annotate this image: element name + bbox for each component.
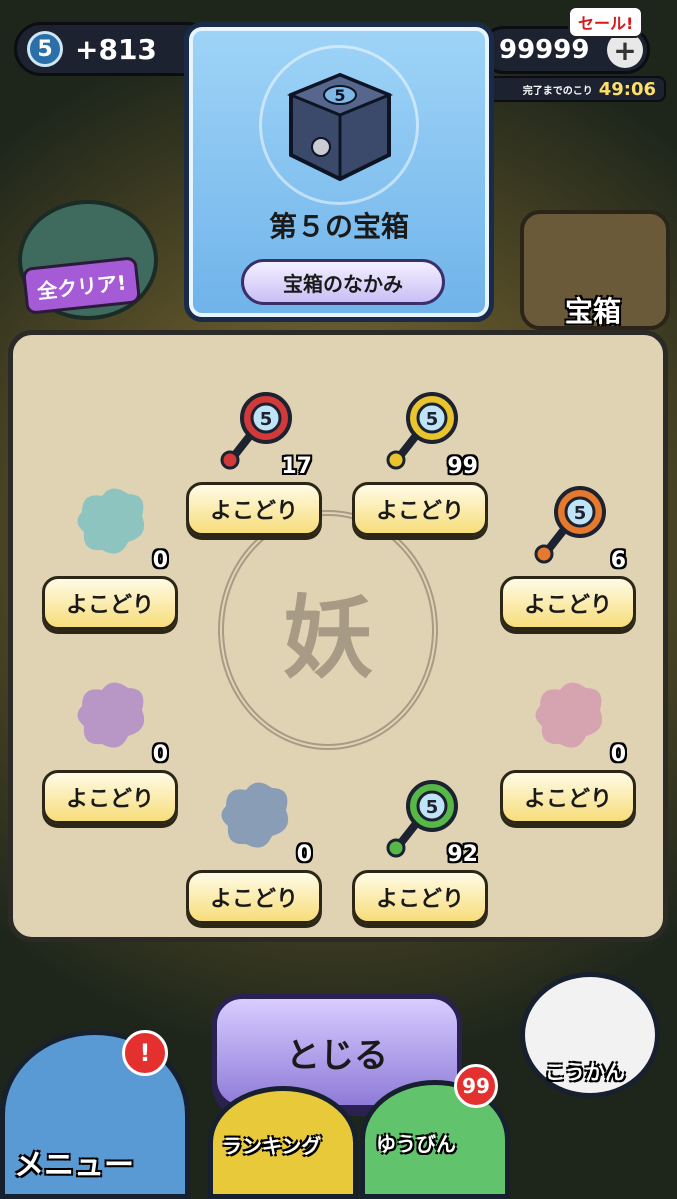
key-slot: 5 17 よこどり bbox=[186, 378, 326, 538]
ranking-label: ランキング bbox=[222, 1134, 322, 1158]
key-icon: 5 bbox=[534, 486, 606, 564]
svg-text:5: 5 bbox=[426, 409, 439, 430]
key-count: 17 bbox=[281, 454, 312, 479]
menu-label: メニュー bbox=[14, 1148, 134, 1183]
key-silhouette-icon bbox=[535, 682, 603, 748]
points-value: +813 bbox=[75, 32, 157, 66]
steal-button[interactable]: よこどり bbox=[352, 482, 488, 536]
svg-text:5: 5 bbox=[260, 409, 273, 430]
level-badge: 5 bbox=[27, 31, 63, 67]
key-count: 99 bbox=[447, 454, 478, 479]
key-slot: 5 99 よこどり bbox=[352, 378, 492, 538]
svg-text:5: 5 bbox=[426, 797, 439, 818]
mail-count-badge: 99 bbox=[454, 1064, 498, 1108]
emblem-glyph: 妖 bbox=[283, 586, 373, 691]
chest-contents-button[interactable]: 宝箱のなかみ bbox=[241, 259, 445, 305]
timer-label: 完了までのこり bbox=[522, 85, 593, 97]
timer-value: 49:06 bbox=[598, 78, 656, 100]
steal-button[interactable]: よこどり bbox=[500, 576, 636, 630]
steal-button[interactable]: よこどり bbox=[500, 770, 636, 824]
key-silhouette-icon bbox=[77, 682, 145, 748]
chest-number: 5 bbox=[334, 86, 345, 105]
key-count: 0 bbox=[152, 742, 168, 767]
menu-alert-badge: ! bbox=[122, 1030, 168, 1076]
key-count: 0 bbox=[296, 842, 312, 867]
key-slot: 5 92 よこどり bbox=[352, 766, 492, 926]
event-timer: 完了までのこり 49:06 bbox=[486, 76, 666, 102]
key-slot: 5 6 よこどり bbox=[500, 472, 640, 632]
side-chest-label: 宝箱 bbox=[565, 295, 622, 328]
trade-label: こうかん bbox=[545, 1060, 625, 1084]
currency-value: 99999 bbox=[499, 35, 590, 65]
steal-button[interactable]: よこどり bbox=[42, 770, 178, 824]
key-slot: 0 よこどり bbox=[500, 666, 640, 826]
key-count: 0 bbox=[610, 742, 626, 767]
steal-button[interactable]: よこどり bbox=[42, 576, 178, 630]
mail-label: ゆうびん bbox=[376, 1132, 456, 1156]
chest-card: 5 第５の宝箱 宝箱のなかみ bbox=[184, 22, 494, 322]
key-count: 0 bbox=[152, 548, 168, 573]
key-slot: 0 よこどり bbox=[42, 472, 182, 632]
key-count: 6 bbox=[610, 548, 626, 573]
key-slot: 0 よこどり bbox=[186, 766, 326, 926]
treasure-chest-icon: 5 bbox=[287, 72, 393, 182]
key-silhouette-icon bbox=[77, 488, 145, 554]
chest-title: 第５の宝箱 bbox=[268, 210, 409, 243]
steal-button[interactable]: よこどり bbox=[186, 482, 322, 536]
svg-text:5: 5 bbox=[574, 503, 587, 524]
steal-button[interactable]: よこどり bbox=[186, 870, 322, 924]
key-silhouette-icon bbox=[221, 782, 289, 848]
key-slot: 0 よこどり bbox=[42, 666, 182, 826]
steal-button[interactable]: よこどり bbox=[352, 870, 488, 924]
key-count: 92 bbox=[447, 842, 478, 867]
sale-badge[interactable]: セール! bbox=[568, 6, 644, 38]
yokai-emblem: 妖 bbox=[218, 510, 438, 750]
